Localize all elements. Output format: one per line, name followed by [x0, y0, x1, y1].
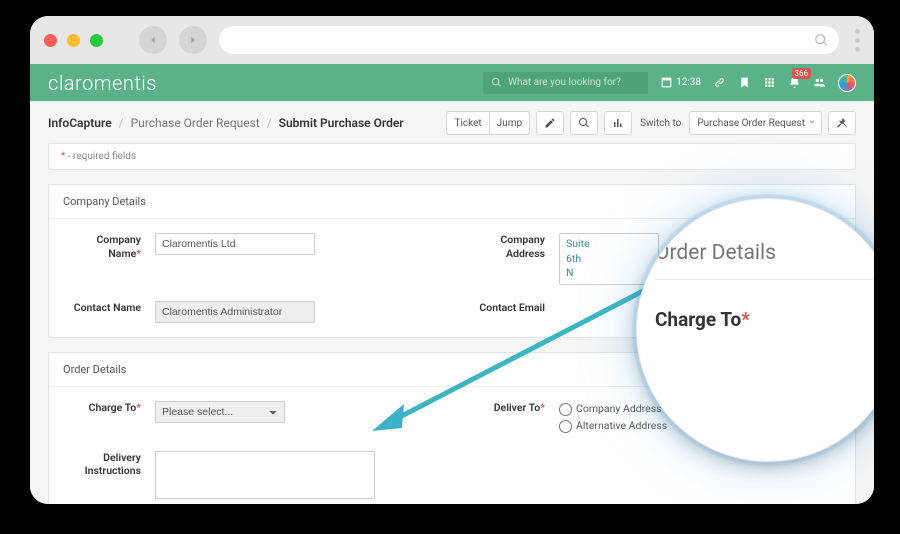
charge-to-select[interactable]: Please select...	[155, 401, 285, 423]
deliver-opt-company[interactable]: Company Address	[559, 401, 667, 418]
breadcrumb-mid[interactable]: Purchase Order Request	[131, 116, 260, 130]
company-address-label: Company Address	[467, 233, 545, 260]
deliver-opt-alternative[interactable]: Alternative Address	[559, 418, 667, 435]
url-bar[interactable]	[219, 26, 839, 54]
company-name-input[interactable]	[155, 233, 315, 255]
delivery-instructions-input[interactable]	[155, 451, 375, 499]
nav-link-icon[interactable]	[713, 76, 726, 89]
people-icon	[813, 76, 826, 89]
back-button[interactable]	[139, 26, 167, 54]
bookmark-icon	[738, 76, 751, 89]
edit-icon	[544, 117, 556, 129]
minimize-dot[interactable]	[67, 34, 80, 47]
deliver-to-label: Deliver To*	[467, 401, 545, 415]
breadcrumb-root[interactable]: InfoCapture	[48, 116, 112, 130]
tools-icon	[836, 117, 848, 129]
forward-button[interactable]	[179, 26, 207, 54]
ticket-button[interactable]: Ticket	[446, 111, 489, 135]
nav-time[interactable]: 12:38	[660, 76, 701, 89]
kebab-menu[interactable]	[851, 29, 860, 52]
contact-name-label: Contact Name	[63, 301, 141, 315]
search-icon	[578, 117, 590, 129]
app-search[interactable]: What are you looking for?	[483, 72, 648, 94]
grid-icon	[763, 76, 776, 89]
project-select[interactable]: Purchase Order Request	[689, 111, 822, 135]
window-controls	[44, 34, 103, 47]
switch-to-label: Switch to	[640, 118, 681, 129]
delivery-instructions-label: Delivery Instructions	[63, 451, 141, 478]
nav-notifications[interactable]: 366	[788, 76, 801, 89]
breadcrumb: InfoCapture / Purchase Order Request / S…	[48, 116, 404, 130]
maximize-dot[interactable]	[90, 34, 103, 47]
chart-icon	[612, 117, 624, 129]
calendar-icon	[660, 76, 673, 89]
search-icon	[814, 33, 829, 48]
jump-button[interactable]: Jump	[490, 111, 530, 135]
magnifier-field: Charge To*	[655, 308, 874, 331]
required-note-card: * - required fields	[48, 143, 856, 170]
nav-people-icon[interactable]	[813, 76, 826, 89]
nav-apps-icon[interactable]	[763, 76, 776, 89]
browser-chrome	[30, 16, 874, 64]
page-toolbar: InfoCapture / Purchase Order Request / S…	[48, 111, 856, 135]
stats-button[interactable]	[604, 111, 632, 135]
app-logo[interactable]: claromentis	[48, 71, 157, 95]
contact-email-label: Contact Email	[467, 301, 545, 315]
search-icon	[491, 77, 502, 88]
charge-to-label: Charge To*	[63, 401, 141, 415]
magnifier-title: Order Details	[655, 241, 874, 280]
company-name-label: Company Name*	[63, 233, 141, 260]
edit-button[interactable]	[536, 111, 564, 135]
deliver-to-options: Company Address Alternative Address	[559, 401, 667, 435]
app-nav: claromentis What are you looking for? 12…	[30, 64, 874, 101]
link-icon	[713, 76, 726, 89]
breadcrumb-leaf: Submit Purchase Order	[279, 116, 404, 130]
nav-bookmark-icon[interactable]	[738, 76, 751, 89]
browser-frame: claromentis What are you looking for? 12…	[30, 16, 874, 504]
company-address-input[interactable]: Suite 6th N	[559, 233, 659, 285]
user-avatar[interactable]	[838, 74, 856, 92]
app-search-placeholder: What are you looking for?	[508, 77, 621, 88]
notification-badge: 366	[792, 68, 812, 79]
ticket-jump-group: Ticket Jump	[446, 111, 530, 135]
tools-button[interactable]	[828, 111, 856, 135]
search-button[interactable]	[570, 111, 598, 135]
close-dot[interactable]	[44, 34, 57, 47]
contact-name-input	[155, 301, 315, 323]
